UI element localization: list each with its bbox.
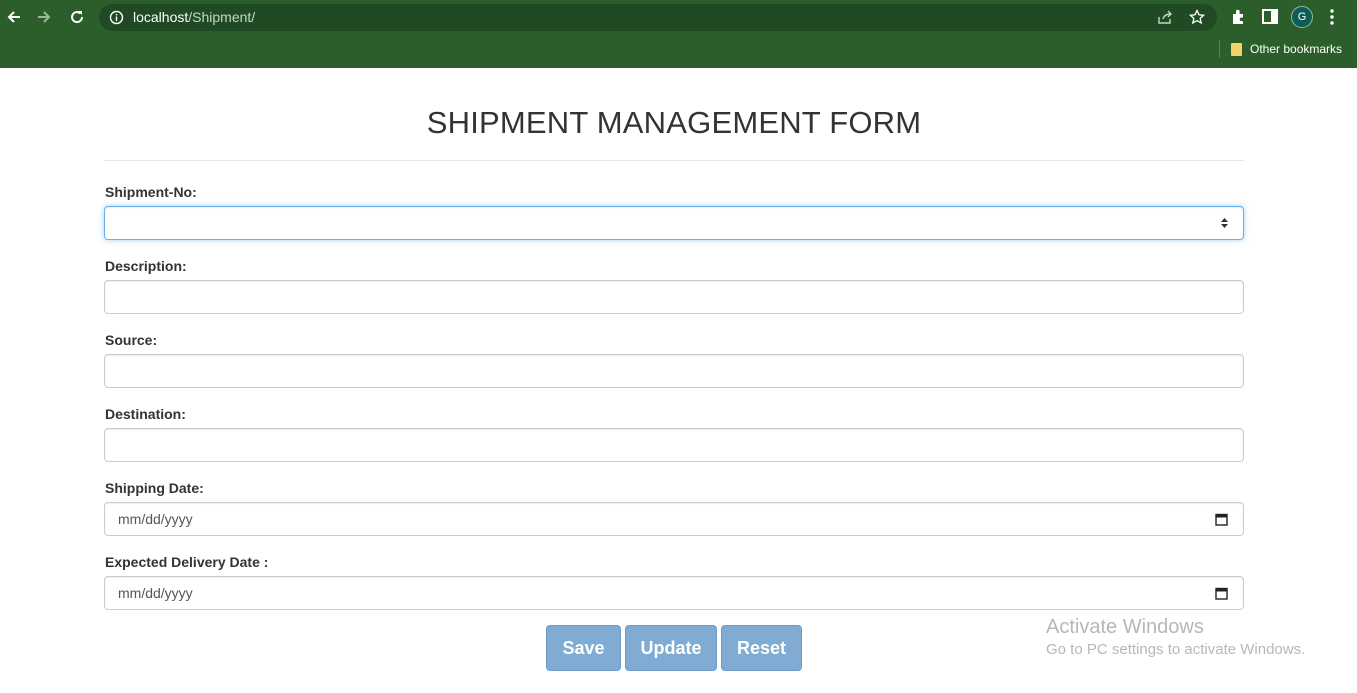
profile-avatar[interactable]: G (1291, 6, 1313, 28)
avatar-letter: G (1297, 11, 1307, 23)
url-path: /Shipment/ (188, 9, 256, 25)
expected-delivery-date-input[interactable]: mm/dd/yyyy (104, 576, 1244, 610)
menu-icon[interactable] (1330, 9, 1334, 25)
browser-toolbar: localhost/Shipment/ G Other bookmarks (0, 0, 1357, 68)
activate-windows-title: Activate Windows (1046, 616, 1204, 638)
side-panel-icon[interactable] (1262, 9, 1278, 24)
shipment-no-label: Shipment-No: (105, 184, 197, 200)
activate-windows-subtitle: Go to PC settings to activate Windows. (1046, 641, 1306, 658)
source-label: Source: (105, 332, 158, 348)
shipping-date-input[interactable]: mm/dd/yyyy (104, 502, 1244, 536)
other-bookmarks-label: Other bookmarks (1250, 42, 1343, 56)
description-input[interactable] (104, 280, 1244, 314)
shipping-date-label: Shipping Date: (105, 480, 204, 496)
expected-delivery-date-label: Expected Delivery Date : (105, 554, 269, 570)
page-title: SHIPMENT MANAGEMENT FORM (426, 105, 922, 140)
other-bookmarks[interactable]: Other bookmarks (1231, 40, 1342, 58)
reload-icon[interactable] (66, 6, 88, 28)
back-arrow-icon[interactable] (3, 6, 25, 28)
address-bar[interactable]: localhost/Shipment/ (99, 4, 1217, 31)
title-divider (104, 160, 1244, 161)
description-label: Description: (105, 258, 187, 274)
extensions-icon[interactable] (1230, 8, 1247, 25)
url-text[interactable]: localhost/Shipment/ (133, 9, 255, 25)
reset-button[interactable]: Reset (721, 625, 802, 671)
calendar-icon[interactable] (1215, 513, 1228, 526)
folder-icon (1231, 42, 1242, 56)
calendar-icon[interactable] (1215, 587, 1228, 600)
shipping-date-placeholder: mm/dd/yyyy (118, 511, 193, 527)
expected-delivery-date-placeholder: mm/dd/yyyy (118, 585, 193, 601)
destination-label: Destination: (105, 406, 186, 422)
update-button[interactable]: Update (625, 625, 717, 671)
source-input[interactable] (104, 354, 1244, 388)
bookmarks-separator (1219, 40, 1220, 58)
share-icon[interactable] (1157, 10, 1173, 25)
info-icon[interactable] (109, 10, 124, 25)
number-spinner-icon[interactable] (1220, 216, 1229, 230)
star-icon[interactable] (1189, 9, 1205, 25)
destination-input[interactable] (104, 428, 1244, 462)
save-button[interactable]: Save (546, 625, 621, 671)
url-host: localhost (133, 9, 189, 25)
shipment-no-input[interactable] (104, 206, 1244, 240)
forward-arrow-icon[interactable] (33, 6, 55, 28)
